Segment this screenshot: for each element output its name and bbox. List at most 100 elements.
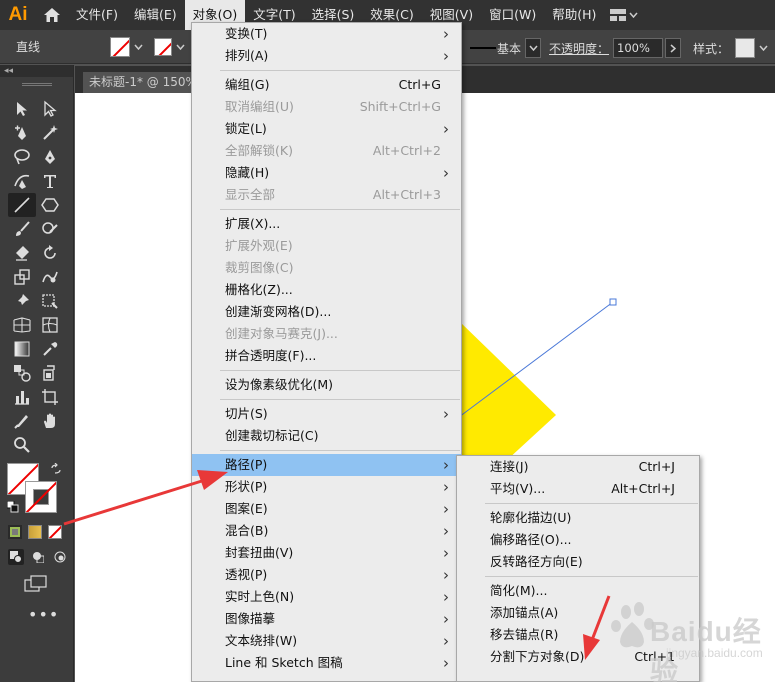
object-menu-item-23[interactable]: 路径(P) › xyxy=(192,454,461,476)
object-menu-item-21[interactable]: 创建裁切标记(C) xyxy=(192,425,461,447)
scale-icon xyxy=(14,269,30,285)
opacity-arrow[interactable] xyxy=(665,38,682,58)
swap-arrows-icon[interactable] xyxy=(50,463,62,475)
path-menu-item-3[interactable]: 轮廓化描边(U) xyxy=(457,507,699,529)
path-menu-item-5[interactable]: 反转路径方向(E) xyxy=(457,551,699,573)
tools-panel-collapse[interactable]: ◂◂ xyxy=(0,65,73,77)
screen-mode-icon xyxy=(24,575,47,592)
stroke-color-box[interactable] xyxy=(25,481,57,513)
menu-help[interactable]: 帮助(H) xyxy=(544,0,604,30)
none-mode-button[interactable] xyxy=(48,525,62,539)
eraser-tool[interactable] xyxy=(8,241,36,265)
graphic-style-dropdown[interactable] xyxy=(755,37,771,59)
object-menu-item-14[interactable]: 创建渐变网格(D)... xyxy=(192,301,461,323)
eraser-icon xyxy=(16,246,29,261)
draw-behind-button[interactable] xyxy=(30,549,46,565)
mesh-tool[interactable] xyxy=(36,313,64,337)
object-menu-item-24[interactable]: 形状(P) › xyxy=(192,476,461,498)
fill-dropdown[interactable] xyxy=(130,36,146,58)
zoom-tool[interactable] xyxy=(8,433,36,457)
object-menu-item-27[interactable]: 封套扭曲(V) › xyxy=(192,542,461,564)
default-colors-icon[interactable] xyxy=(7,501,19,513)
warp-tool[interactable] xyxy=(36,265,64,289)
object-menu-item-29[interactable]: 实时上色(N) › xyxy=(192,586,461,608)
gradient-mode-button[interactable] xyxy=(28,525,42,539)
object-menu-item-31[interactable]: 文本绕排(W) › xyxy=(192,630,461,652)
hexagon-icon xyxy=(41,198,59,212)
magic-wand-tool[interactable] xyxy=(36,121,64,145)
type-tool[interactable] xyxy=(36,169,64,193)
path-menu-item-4[interactable]: 偏移路径(O)... xyxy=(457,529,699,551)
workspace-switcher-button[interactable] xyxy=(604,0,644,30)
hand-tool[interactable] xyxy=(36,409,64,433)
anchor-point[interactable] xyxy=(609,298,617,306)
object-menu-item-label: 形状(P) xyxy=(225,479,268,494)
path-menu-item-0[interactable]: 连接(J) Ctrl+J xyxy=(457,456,699,478)
line-segment-tool[interactable] xyxy=(8,193,36,217)
stroke-dropdown[interactable] xyxy=(172,36,188,58)
menu-file[interactable]: 文件(F) xyxy=(68,0,126,30)
home-icon[interactable] xyxy=(36,0,68,30)
chevron-right-icon: › xyxy=(443,456,449,474)
draw-inside-button[interactable] xyxy=(52,549,68,565)
opacity-label[interactable]: 不透明度： xyxy=(549,40,609,57)
object-menu-item-1[interactable]: 排列(A) › xyxy=(192,45,461,67)
menu-window[interactable]: 窗口(W) xyxy=(481,0,544,30)
object-menu-item-16[interactable]: 拼合透明度(F)... xyxy=(192,345,461,367)
object-menu-item-10[interactable]: 扩展(X)... xyxy=(192,213,461,235)
edit-toolbar-button[interactable]: ••• xyxy=(28,605,59,624)
object-menu-item-label: 创建对象马赛克(J)... xyxy=(225,326,338,341)
object-menu-item-32[interactable]: Line 和 Sketch 图稿 › xyxy=(192,652,461,674)
object-menu-item-0[interactable]: 变换(T) › xyxy=(192,23,461,45)
document-tab[interactable]: 未标题-1* @ 150% xyxy=(83,72,203,93)
color-mode-button[interactable] xyxy=(8,525,22,539)
object-menu-item-25[interactable]: 图案(E) › xyxy=(192,498,461,520)
screen-mode-button[interactable] xyxy=(24,575,48,593)
column-graph-tool[interactable] xyxy=(8,385,36,409)
paintbrush-tool[interactable] xyxy=(8,217,36,241)
object-menu-item-30[interactable]: 图像描摹 › xyxy=(192,608,461,630)
free-transform-tool[interactable] xyxy=(36,289,64,313)
add-anchor-tool[interactable] xyxy=(8,169,36,193)
live-paint-bucket-tool[interactable] xyxy=(36,361,64,385)
artboard-tool[interactable] xyxy=(36,385,64,409)
rotate-tool[interactable] xyxy=(36,241,64,265)
shaper-tool[interactable] xyxy=(36,217,64,241)
chevron-right-icon: › xyxy=(443,25,449,43)
path-menu-item-label: 连接(J) xyxy=(490,459,529,474)
object-menu-item-7[interactable]: 隐藏(H) › xyxy=(192,162,461,184)
object-menu-item-18[interactable]: 设为像素级优化(M) xyxy=(192,374,461,396)
fill-swatch[interactable] xyxy=(110,36,130,57)
slice-tool[interactable] xyxy=(8,409,36,433)
tools-panel-grip[interactable] xyxy=(22,83,52,86)
draw-normal-button[interactable] xyxy=(8,549,24,565)
pen-tool[interactable] xyxy=(36,145,64,169)
curvature-tool[interactable] xyxy=(8,121,36,145)
chevron-down-icon xyxy=(175,44,185,50)
graphic-style-swatch[interactable] xyxy=(735,38,756,58)
object-menu-item-3[interactable]: 编组(G) Ctrl+G xyxy=(192,74,461,96)
gradient-tool[interactable] xyxy=(8,337,36,361)
stroke-style-dropdown[interactable] xyxy=(525,38,542,58)
scale-tool[interactable] xyxy=(8,265,36,289)
lasso-tool[interactable] xyxy=(8,145,36,169)
object-menu-item-5[interactable]: 锁定(L) › xyxy=(192,118,461,140)
object-menu-item-26[interactable]: 混合(B) › xyxy=(192,520,461,542)
chevron-right-icon: › xyxy=(443,120,449,138)
fill-stroke-control[interactable] xyxy=(7,463,63,515)
menu-edit[interactable]: 编辑(E) xyxy=(126,0,185,30)
opacity-input[interactable]: 100% xyxy=(613,38,664,58)
object-menu-item-28[interactable]: 透视(P) › xyxy=(192,564,461,586)
object-menu-item-13[interactable]: 栅格化(Z)... xyxy=(192,279,461,301)
perspective-grid-tool[interactable] xyxy=(8,313,36,337)
blend-tool[interactable] xyxy=(8,361,36,385)
polygon-tool[interactable] xyxy=(36,193,64,217)
direct-selection-tool[interactable] xyxy=(36,97,64,121)
path-menu-item-1[interactable]: 平均(V)... Alt+Ctrl+J xyxy=(457,478,699,500)
pen-curve-icon xyxy=(14,174,30,189)
stroke-swatch[interactable] xyxy=(154,37,172,56)
object-menu-item-20[interactable]: 切片(S) › xyxy=(192,403,461,425)
eyedropper-tool[interactable] xyxy=(36,337,64,361)
puppet-warp-tool[interactable] xyxy=(8,289,36,313)
selection-tool[interactable] xyxy=(8,97,36,121)
